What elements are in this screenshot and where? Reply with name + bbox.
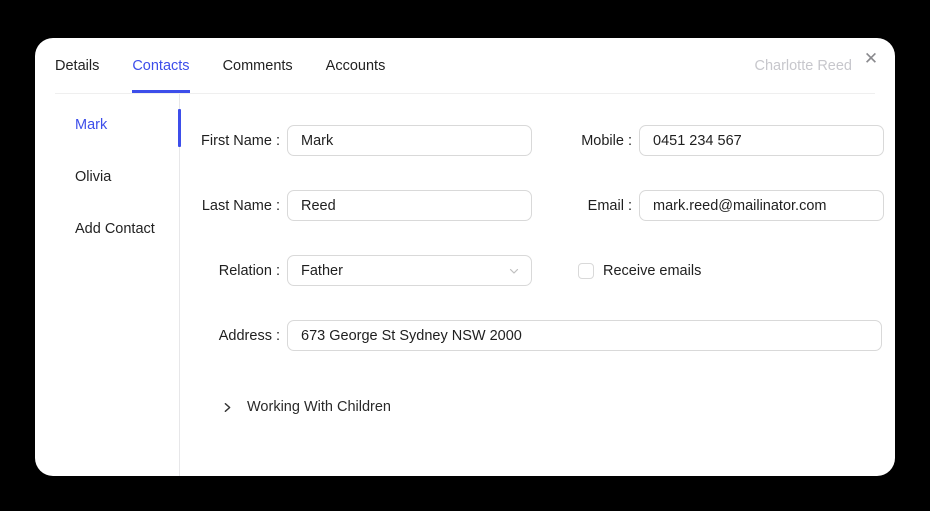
email-label: Email : bbox=[587, 197, 632, 214]
address-field[interactable] bbox=[287, 320, 882, 351]
chevron-down-icon bbox=[508, 265, 520, 277]
last-name-field[interactable] bbox=[287, 190, 532, 221]
working-with-children-expander[interactable]: Working With Children bbox=[221, 399, 895, 415]
working-with-children-label: Working With Children bbox=[247, 399, 391, 415]
relation-label: Relation : bbox=[218, 262, 280, 279]
contact-form: First Name : Mobile : Last Name : Email … bbox=[180, 94, 895, 476]
relation-select[interactable]: Father bbox=[287, 255, 532, 286]
contact-modal: ✕ Details Contacts Comments Accounts Cha… bbox=[35, 38, 895, 476]
last-name-label: Last Name : bbox=[201, 197, 280, 214]
tab-contacts[interactable]: Contacts bbox=[132, 38, 190, 93]
sidebar-item-olivia[interactable]: Olivia bbox=[35, 159, 179, 195]
form-row-name-mobile: First Name : Mobile : bbox=[180, 125, 895, 156]
chevron-right-icon bbox=[221, 401, 234, 414]
mobile-label: Mobile : bbox=[581, 132, 632, 149]
tab-bar: Details Contacts Comments Accounts bbox=[55, 38, 385, 93]
relation-selected-value: Father bbox=[301, 262, 343, 279]
close-icon[interactable]: ✕ bbox=[861, 48, 881, 68]
sidebar-item-add-contact[interactable]: Add Contact bbox=[35, 211, 179, 247]
modal-body: Mark Olivia Add Contact First Name : Mob… bbox=[35, 94, 895, 476]
tab-comments[interactable]: Comments bbox=[223, 38, 293, 93]
form-row-relation: Relation : Father Receive emails bbox=[180, 255, 895, 286]
receive-emails-checkbox[interactable] bbox=[578, 262, 594, 279]
address-label: Address : bbox=[218, 327, 280, 344]
first-name-field[interactable] bbox=[287, 125, 532, 156]
contact-sidebar: Mark Olivia Add Contact bbox=[35, 94, 181, 476]
modal-header: Details Contacts Comments Accounts Charl… bbox=[55, 38, 875, 94]
receive-emails-option[interactable]: Receive emails bbox=[578, 262, 702, 279]
receive-emails-label: Receive emails bbox=[603, 262, 702, 279]
first-name-label: First Name : bbox=[201, 132, 280, 149]
mobile-field[interactable] bbox=[639, 125, 884, 156]
form-row-lastname-email: Last Name : Email : bbox=[180, 190, 895, 221]
active-contact-indicator bbox=[178, 109, 181, 147]
sidebar-item-mark[interactable]: Mark bbox=[35, 107, 179, 143]
form-row-address: Address : bbox=[180, 320, 895, 351]
header-user-name: Charlotte Reed bbox=[754, 57, 852, 74]
email-field[interactable] bbox=[639, 190, 884, 221]
tab-accounts[interactable]: Accounts bbox=[326, 38, 386, 93]
tab-details[interactable]: Details bbox=[55, 38, 99, 93]
